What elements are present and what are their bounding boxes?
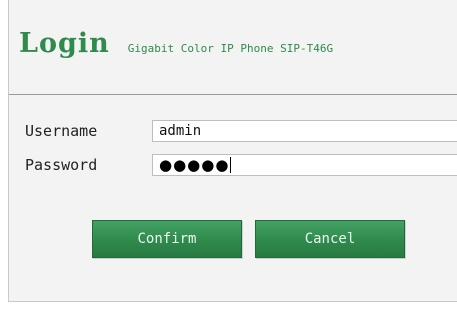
text-caret: [230, 157, 232, 173]
password-row: Password ●●●●●: [9, 154, 457, 176]
username-label: Username: [25, 122, 98, 140]
device-model-name: Gigabit Color IP Phone SIP-T46G: [127, 42, 334, 55]
login-panel: Login Gigabit Color IP Phone SIP-T46G Us…: [8, 0, 457, 302]
password-masked-value: ●●●●●: [159, 156, 230, 174]
password-label: Password: [25, 156, 98, 174]
header-divider: [9, 94, 457, 95]
confirm-button[interactable]: Confirm: [92, 220, 242, 258]
username-row: Username: [9, 120, 457, 142]
page-title: Login: [19, 28, 110, 59]
password-input[interactable]: ●●●●●: [152, 154, 457, 176]
cancel-button[interactable]: Cancel: [255, 220, 405, 258]
username-input[interactable]: [152, 120, 457, 142]
login-header: Login Gigabit Color IP Phone SIP-T46G: [19, 28, 333, 68]
